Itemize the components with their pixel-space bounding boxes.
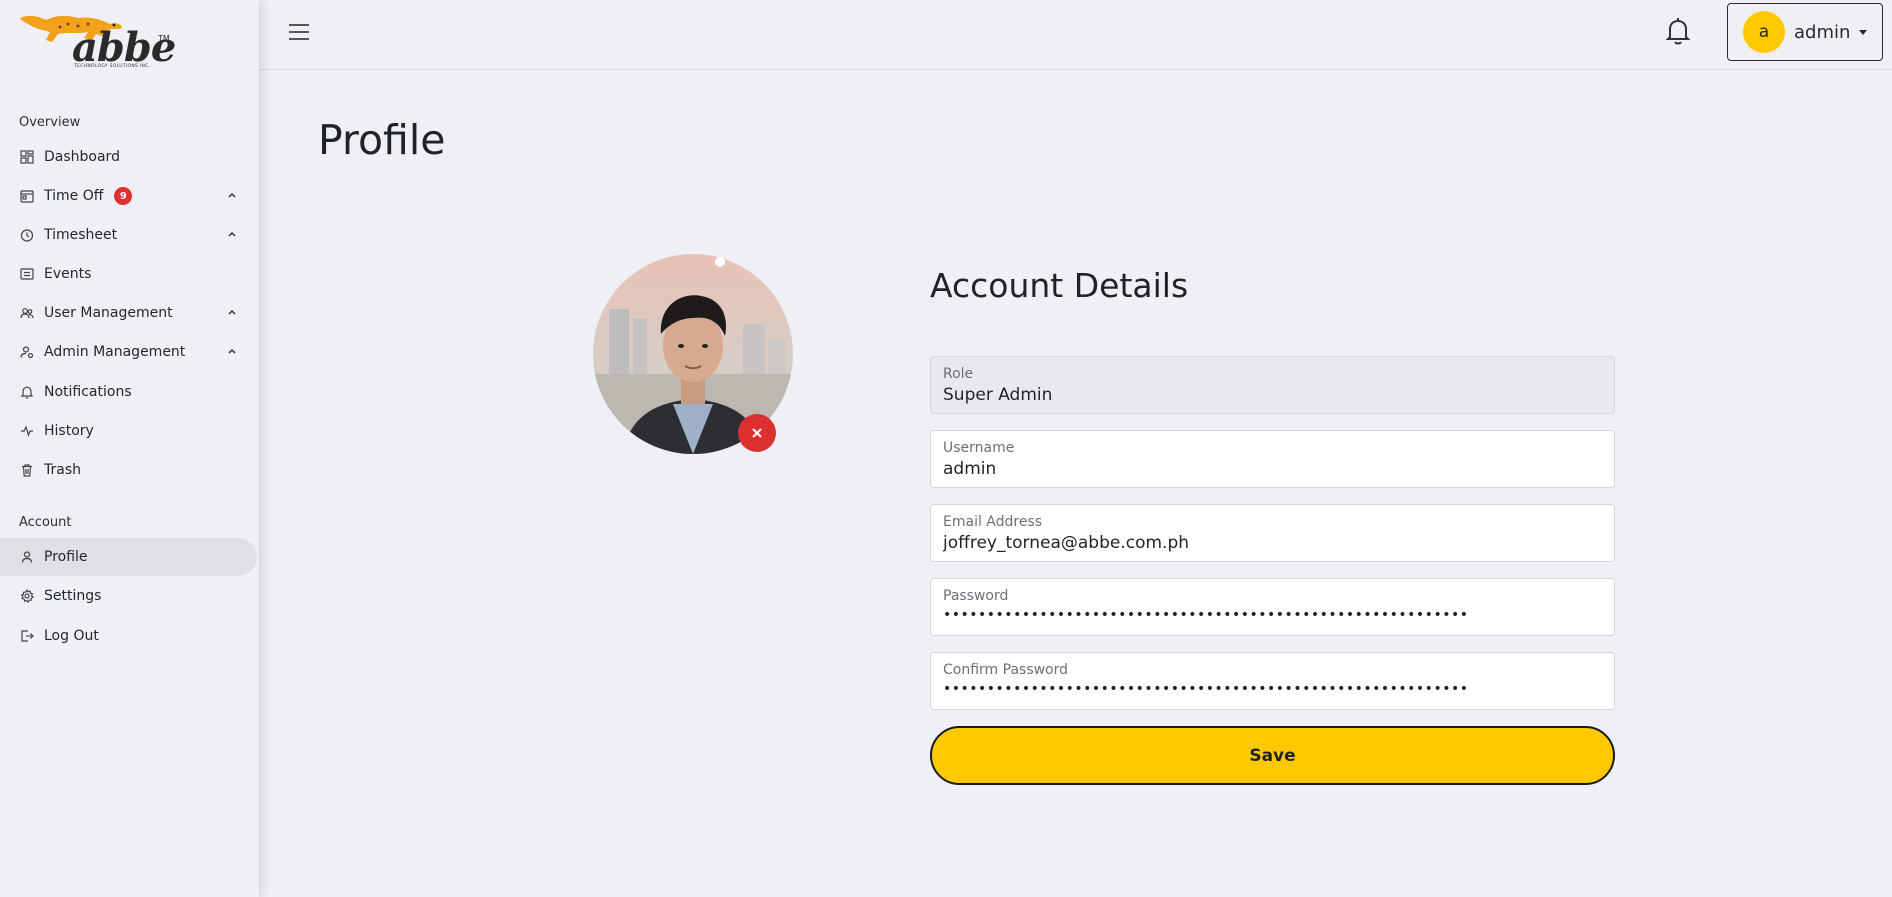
sidebar-item-notifications[interactable]: Notifications bbox=[0, 373, 257, 411]
sidebar-item-settings[interactable]: Settings bbox=[0, 577, 257, 615]
chevron-up-icon[interactable] bbox=[227, 190, 237, 200]
sidebar-item-label: Events bbox=[44, 266, 92, 282]
sidebar-item-time-off[interactable]: Time Off 9 bbox=[0, 177, 257, 215]
events-icon bbox=[20, 267, 34, 281]
bell-icon bbox=[1665, 18, 1691, 45]
notifications-button[interactable] bbox=[1665, 16, 1691, 46]
sidebar-item-label: Settings bbox=[44, 588, 102, 604]
sidebar-item-label: History bbox=[44, 423, 94, 439]
confirm-password-label: Confirm Password bbox=[943, 662, 1069, 678]
sidebar-item-label: Admin Management bbox=[44, 344, 186, 360]
role-field: Role bbox=[930, 356, 1615, 414]
sidebar-item-label: Trash bbox=[44, 462, 81, 478]
section-label-account: Account bbox=[19, 515, 72, 530]
sidebar-item-label: User Management bbox=[44, 305, 173, 321]
hamburger-icon bbox=[289, 24, 309, 40]
sidebar-item-label: Log Out bbox=[44, 628, 99, 644]
sidebar-item-log-out[interactable]: Log Out bbox=[0, 617, 257, 655]
user-name: admin bbox=[1794, 21, 1851, 43]
logout-icon bbox=[20, 629, 34, 643]
profile-photo-container bbox=[593, 254, 793, 454]
trash-icon bbox=[20, 463, 34, 477]
sidebar-item-events[interactable]: Events bbox=[0, 255, 257, 293]
clock-icon bbox=[20, 228, 34, 242]
gear-icon bbox=[20, 589, 34, 603]
users-icon bbox=[20, 306, 34, 320]
sidebar: abbe TM TECHNOLOGY SOLUTIONS INC. Overvi… bbox=[0, 0, 259, 897]
section-label-overview: Overview bbox=[19, 115, 81, 130]
sidebar-item-profile[interactable]: Profile bbox=[0, 538, 257, 576]
email-field[interactable]: Email Address bbox=[930, 504, 1615, 562]
bell-icon bbox=[20, 385, 34, 399]
chevron-up-icon[interactable] bbox=[227, 229, 237, 239]
password-label: Password bbox=[943, 588, 1009, 604]
sidebar-item-user-management[interactable]: User Management bbox=[0, 294, 257, 332]
sidebar-item-dashboard[interactable]: Dashboard bbox=[0, 138, 257, 176]
chevron-up-icon[interactable] bbox=[227, 307, 237, 317]
company-logo[interactable]: abbe TM TECHNOLOGY SOLUTIONS INC. bbox=[18, 10, 178, 75]
username-input[interactable] bbox=[943, 459, 1602, 479]
sidebar-item-timesheet[interactable]: Timesheet bbox=[0, 216, 257, 254]
time-off-count-badge: 9 bbox=[114, 187, 133, 205]
role-input bbox=[943, 385, 1602, 405]
remove-photo-button[interactable] bbox=[738, 414, 776, 452]
page-title: Profile bbox=[318, 116, 446, 164]
avatar: a bbox=[1743, 11, 1785, 53]
password-input[interactable] bbox=[943, 607, 1602, 623]
menu-toggle-button[interactable] bbox=[288, 22, 310, 42]
sidebar-item-admin-management[interactable]: Admin Management bbox=[0, 333, 257, 371]
email-label: Email Address bbox=[943, 514, 1043, 530]
time-off-icon bbox=[20, 189, 34, 203]
history-icon bbox=[20, 424, 34, 438]
top-bar: a admin bbox=[259, 0, 1892, 70]
caret-down-icon bbox=[1859, 29, 1868, 35]
sidebar-item-label: Dashboard bbox=[44, 149, 120, 165]
password-field[interactable]: Password bbox=[930, 578, 1615, 636]
close-icon bbox=[752, 428, 762, 438]
chevron-up-icon[interactable] bbox=[227, 346, 237, 356]
admin-icon bbox=[20, 345, 34, 359]
email-input[interactable] bbox=[943, 533, 1602, 553]
sidebar-item-trash[interactable]: Trash bbox=[0, 451, 257, 489]
sidebar-item-label: Timesheet bbox=[44, 227, 118, 243]
role-label: Role bbox=[943, 366, 974, 382]
logo-subtitle: TECHNOLOGY SOLUTIONS INC. bbox=[74, 64, 151, 69]
logo-trademark: TM bbox=[158, 34, 170, 43]
sidebar-item-label: Profile bbox=[44, 549, 88, 565]
sidebar-item-label: Notifications bbox=[44, 384, 132, 400]
username-label: Username bbox=[943, 440, 1015, 456]
user-menu-button[interactable]: a admin bbox=[1727, 3, 1883, 61]
save-button[interactable]: Save bbox=[930, 726, 1615, 785]
account-details-title: Account Details bbox=[930, 266, 1189, 305]
confirm-password-field[interactable]: Confirm Password bbox=[930, 652, 1615, 710]
confirm-password-input[interactable] bbox=[943, 681, 1602, 697]
photo-edit-handle[interactable] bbox=[715, 257, 725, 267]
username-field[interactable]: Username bbox=[930, 430, 1615, 488]
sidebar-item-label: Time Off bbox=[44, 188, 104, 204]
dashboard-icon bbox=[20, 150, 34, 164]
sidebar-item-history[interactable]: History bbox=[0, 412, 257, 450]
user-icon bbox=[20, 550, 34, 564]
